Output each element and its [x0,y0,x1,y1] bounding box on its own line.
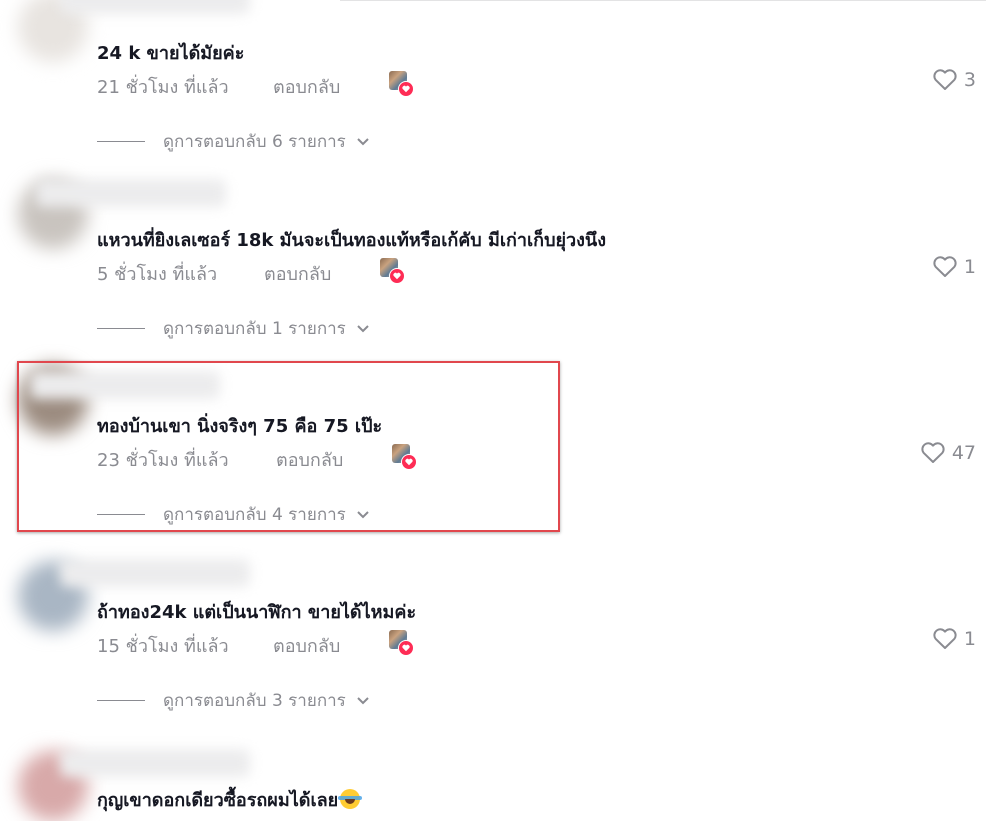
comment-text: ถ้าทอง24k แต่เป็นนาฬิกา ขายได้ไหมค่ะ [97,602,417,623]
like-button[interactable]: 1 [932,627,976,651]
divider-dash [97,700,145,701]
comment-meta: 5 ชั่วโมง ที่แล้ว ตอบกลับ [97,258,417,285]
comment-text: ทองบ้านเขา นิ่งจริงๆ 75 คือ 75 เป๊ะ [97,416,383,437]
heart-outline-icon [933,628,957,649]
comment-time: 15 ชั่วโมง ที่แล้ว [97,636,229,657]
chevron-down-icon [357,696,369,704]
username-redacted [30,371,220,399]
creator-liked-icon [392,444,417,470]
like-button[interactable]: 3 [932,68,976,92]
view-replies-button[interactable]: ดูการตอบกลับ 4 รายการ [97,501,370,528]
view-replies-button[interactable]: ดูการตอบกลับ 1 รายการ [97,315,370,342]
reply-button[interactable]: ตอบกลับ [273,72,340,101]
chevron-down-icon [357,510,369,518]
laughing-tears-emoji [338,789,363,809]
comment-item: แหวนที่ยิงเลเซอร์ 18k มันจะเป็นทองแท้หรื… [0,173,986,359]
comment-item: ถ้าทอง24k แต่เป็นนาฬิกา ขายได้ไหมค่ะ 15 … [0,545,986,731]
creator-liked-icon [389,71,414,97]
like-count: 47 [951,442,976,464]
view-replies-label: ดูการตอบกลับ 6 รายการ [163,132,346,152]
view-replies-label: ดูการตอบกลับ 1 รายการ [163,319,346,339]
comment-item: ทองบ้านเขา นิ่งจริงๆ 75 คือ 75 เป๊ะ 23 ช… [0,359,986,545]
like-count: 3 [963,69,976,91]
comment-text: 24 k ขายได้มัยค่ะ [97,43,245,64]
comment-time: 23 ชั่วโมง ที่แล้ว [97,450,229,471]
reply-button[interactable]: ตอบกลับ [276,445,343,474]
like-count: 1 [963,256,976,278]
comment-item: กุญเขาดอกเดียวซื้อรถผมได้เลย [0,733,986,821]
comment-text: แหวนที่ยิงเลเซอร์ 18k มันจะเป็นทองแท้หรื… [97,230,607,251]
view-replies-label: ดูการตอบกลับ 3 รายการ [163,691,346,711]
like-button[interactable]: 47 [920,441,976,465]
username-redacted [36,179,226,207]
view-replies-button[interactable]: ดูการตอบกลับ 6 รายการ [97,128,370,155]
heart-outline-icon [921,442,945,463]
view-replies-button[interactable]: ดูการตอบกลับ 3 รายการ [97,687,370,714]
username-redacted [60,749,250,777]
comment-meta: 23 ชั่วโมง ที่แล้ว ตอบกลับ [97,444,417,471]
reply-button[interactable]: ตอบกลับ [273,631,340,660]
username-redacted [60,559,250,587]
comment-time: 5 ชั่วโมง ที่แล้ว [97,264,218,285]
comment-text-body: กุญเขาดอกเดียวซื้อรถผมได้เลย [97,790,339,811]
creator-liked-icon [380,258,405,284]
divider-dash [97,328,145,329]
reply-button[interactable]: ตอบกลับ [264,259,331,288]
heart-outline-icon [933,256,957,277]
creator-liked-icon [389,630,414,656]
like-button[interactable]: 1 [932,255,976,279]
chevron-down-icon [357,137,369,145]
comment-text: กุญเขาดอกเดียวซื้อรถผมได้เลย [97,785,363,814]
comment-meta: 15 ชั่วโมง ที่แล้ว ตอบกลับ [97,630,417,657]
comment-item: 24 k ขายได้มัยค่ะ 21 ชั่วโมง ที่แล้ว ตอบ… [0,0,986,172]
username-redacted [60,0,250,14]
comment-time: 21 ชั่วโมง ที่แล้ว [97,77,229,98]
view-replies-label: ดูการตอบกลับ 4 รายการ [163,505,346,525]
like-count: 1 [963,628,976,650]
chevron-down-icon [357,324,369,332]
divider-dash [97,141,145,142]
divider-dash [97,514,145,515]
heart-outline-icon [933,69,957,90]
comment-meta: 21 ชั่วโมง ที่แล้ว ตอบกลับ [97,71,417,98]
